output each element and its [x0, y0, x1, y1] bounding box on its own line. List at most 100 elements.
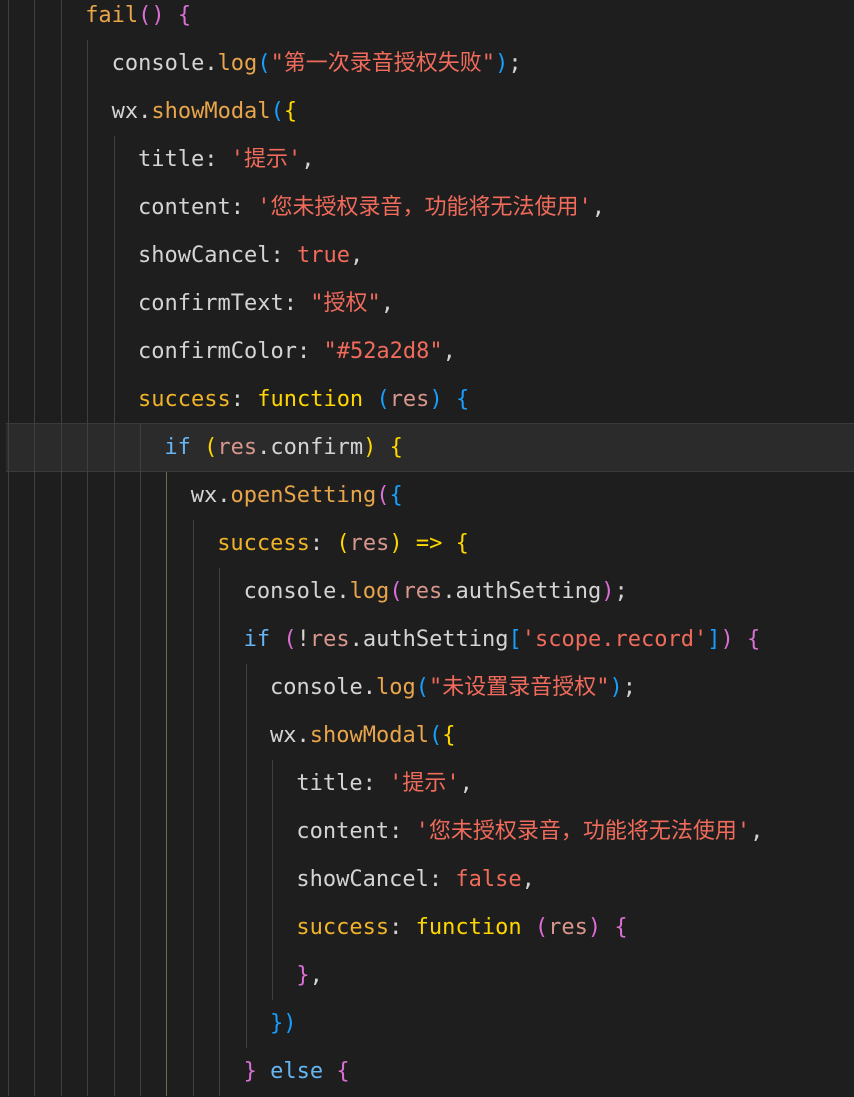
code-line[interactable]: wx.showModal({ — [270, 712, 455, 760]
code-line[interactable]: confirmText: "授权", — [138, 280, 394, 328]
code-token: ( — [415, 675, 429, 700]
code-token: : — [389, 819, 416, 844]
code-token: ( — [428, 723, 443, 748]
code-token: title — [138, 147, 205, 172]
code-token: { — [455, 387, 470, 412]
code-token: . — [138, 99, 152, 124]
code-token: "#52a2d8" — [323, 339, 443, 364]
code-token: : — [230, 387, 258, 412]
code-token: : — [309, 531, 337, 556]
code-token: ) — [151, 3, 165, 28]
code-token: { — [389, 435, 403, 460]
code-token: , — [349, 243, 364, 268]
code-line[interactable]: wx.showModal({ — [112, 88, 297, 136]
code-token: , — [442, 339, 456, 364]
code-token: { — [389, 483, 403, 508]
code-line[interactable]: }) — [270, 1000, 297, 1048]
indent-guide — [192, 520, 194, 1096]
code-token: ( — [138, 3, 152, 28]
code-line[interactable]: success: function (res) { — [296, 904, 627, 952]
code-token: confirmText — [138, 291, 284, 316]
code-token: ) — [495, 51, 509, 76]
code-token: } — [243, 1059, 257, 1084]
code-token: . — [296, 723, 310, 748]
code-token: ( — [257, 51, 271, 76]
code-line[interactable]: }, — [296, 952, 323, 1000]
code-editor[interactable]: fail() {console.log("第一次录音授权失败"); wx.show… — [0, 0, 854, 1097]
code-token: 'scope.record' — [521, 627, 708, 652]
code-token: ) — [587, 915, 602, 940]
code-token: res — [349, 531, 390, 556]
code-token: , — [459, 771, 473, 796]
code-token: ) — [429, 387, 443, 412]
code-token: "未设置录音授权" — [428, 675, 610, 700]
code-token: ! — [296, 627, 310, 652]
code-token: ) — [363, 435, 377, 460]
code-token: , — [591, 195, 605, 220]
code-token: showModal — [309, 723, 429, 748]
code-token: wx — [111, 99, 139, 124]
code-line[interactable]: title: '提示', — [296, 760, 472, 808]
code-token: function — [257, 387, 364, 412]
code-token: log — [217, 51, 258, 76]
code-token: wx — [270, 723, 297, 748]
code-token: , — [309, 963, 323, 988]
code-line[interactable]: showCancel: false, — [296, 856, 534, 904]
code-token: , — [380, 291, 394, 316]
code-token: content — [138, 195, 231, 220]
code-token: ) — [609, 675, 623, 700]
code-line[interactable]: console.log("未设置录音授权"); — [270, 664, 636, 712]
code-token: res — [309, 627, 350, 652]
code-line[interactable]: if (res.confirm) { — [164, 424, 402, 472]
code-line[interactable]: success: function (res) { — [138, 376, 469, 424]
code-token: : — [362, 771, 390, 796]
code-token: wx — [190, 483, 218, 508]
code-token: ( — [534, 915, 549, 940]
code-token: { — [442, 723, 456, 748]
code-line[interactable]: console.log("第一次录音授权失败"); — [112, 40, 522, 88]
code-token: function — [415, 915, 522, 940]
code-token: ( — [376, 483, 390, 508]
code-line[interactable]: success: (res) => { — [217, 520, 469, 568]
code-token: ; — [622, 675, 636, 700]
code-line[interactable]: content: '您未授权录音，功能将无法使用', — [296, 808, 763, 856]
code-token: res — [548, 915, 588, 940]
code-token: '您未授权录音，功能将无法使用' — [257, 195, 592, 220]
code-token: openSetting — [230, 483, 377, 508]
code-token: ; — [614, 579, 628, 604]
indent-guide — [8, 0, 9, 1096]
code-token: : — [270, 243, 297, 268]
code-line[interactable]: } else { — [244, 1048, 350, 1096]
code-line[interactable]: if (!res.authSetting['scope.record']) { — [244, 616, 761, 664]
code-line[interactable]: showCancel: true, — [138, 232, 363, 280]
code-token: ; — [508, 51, 522, 76]
indent-guide — [34, 0, 36, 1096]
code-token: res — [389, 387, 430, 412]
code-token: console — [270, 675, 363, 700]
code-token: if — [164, 435, 191, 460]
code-token: { — [336, 1059, 350, 1084]
code-line[interactable]: content: '您未授权录音，功能将无法使用', — [138, 184, 605, 232]
code-line[interactable]: title: '提示', — [138, 136, 314, 184]
code-token: ) — [601, 579, 615, 604]
code-line[interactable]: confirmColor: "#52a2d8", — [138, 328, 456, 376]
code-token: { — [455, 531, 469, 556]
code-line[interactable]: fail() { — [85, 0, 191, 40]
code-token: res — [217, 435, 258, 460]
indent-guide — [87, 40, 89, 1096]
code-token: showCancel — [296, 867, 429, 892]
code-token: . — [217, 483, 231, 508]
code-line[interactable]: wx.openSetting({ — [191, 472, 403, 520]
code-token: { — [283, 99, 298, 124]
code-line[interactable]: console.log(res.authSetting); — [244, 568, 628, 616]
code-token: , — [750, 819, 764, 844]
code-token: false — [455, 867, 522, 892]
